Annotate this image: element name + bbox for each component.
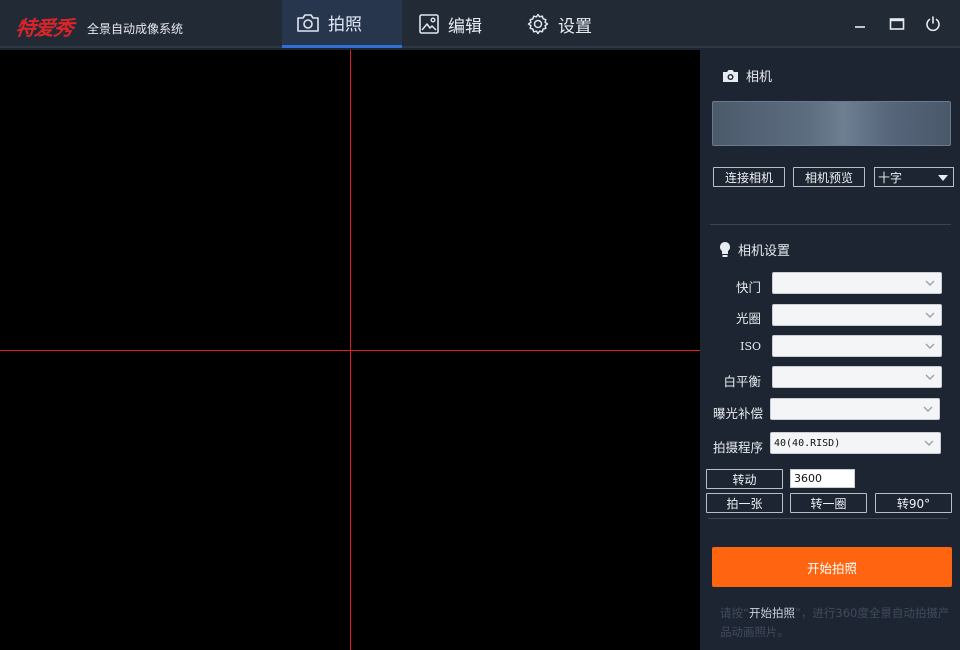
connect-camera-button[interactable]: 连接相机	[713, 167, 785, 187]
overlay-select-value: 十字	[878, 170, 903, 185]
hint-highlight: 开始拍照	[748, 606, 795, 620]
lightbulb-icon	[720, 242, 730, 257]
program-label: 拍摄程序	[712, 440, 763, 455]
hint-prefix: 请按“	[720, 606, 749, 620]
rotate-button[interactable]: 转动	[706, 469, 783, 489]
app-subtitle: 全景自动成像系统	[87, 22, 184, 36]
shutter-select[interactable]	[772, 272, 942, 294]
program-select[interactable]: 40(40.RISD)	[770, 432, 941, 454]
power-icon	[926, 16, 940, 32]
exposure-label: 曝光补偿	[712, 406, 763, 421]
tab-edit-label: 编辑	[448, 16, 482, 37]
close-button[interactable]	[923, 14, 943, 34]
iso-select[interactable]	[772, 335, 942, 357]
image-edit-icon	[419, 14, 439, 34]
white-balance-label: 白平衡	[723, 374, 761, 389]
start-capture-button[interactable]: 开始拍照	[712, 547, 952, 587]
shoot-one-button[interactable]: 拍一张	[706, 493, 783, 513]
tab-capture[interactable]: 拍照	[282, 0, 402, 48]
minimize-icon	[855, 26, 865, 28]
camera-icon	[297, 13, 319, 32]
iso-label: ISO	[740, 340, 761, 353]
exposure-select[interactable]	[770, 398, 940, 420]
aperture-select[interactable]	[772, 304, 942, 326]
tab-edit[interactable]: 编辑	[404, 0, 512, 48]
tab-capture-label: 拍照	[328, 15, 362, 35]
program-select-value: 40(40.RISD)	[774, 437, 841, 449]
minimize-button[interactable]	[850, 14, 870, 34]
camera-info-display	[712, 101, 951, 146]
hint-text: 请按“开始拍照”，进行360度全景自动拍摄产品动画照片。	[720, 604, 952, 642]
tab-settings[interactable]: 设置	[512, 0, 620, 48]
chevron-down-icon	[925, 280, 935, 286]
title-bar: 特爱秀 全景自动成像系统 拍照 编辑 设置	[0, 0, 960, 48]
turn-90-button[interactable]: 转90°	[875, 493, 952, 513]
camera-section-label: 相机	[746, 70, 773, 85]
rotate-amount-input[interactable]	[790, 469, 855, 488]
app-logo: 特爱秀	[14, 16, 75, 40]
caret-down-icon	[938, 175, 948, 181]
tab-settings-label: 设置	[558, 16, 592, 37]
shutter-label: 快门	[735, 280, 761, 295]
chevron-down-icon	[924, 440, 934, 446]
turn-circle-button[interactable]: 转一圈	[790, 493, 867, 513]
camera-small-icon	[723, 69, 738, 82]
camera-viewport[interactable]	[0, 50, 700, 650]
chevron-down-icon	[925, 374, 935, 380]
white-balance-select[interactable]	[772, 366, 942, 388]
section-divider	[710, 224, 951, 225]
maximize-icon	[889, 18, 905, 30]
settings-section-title: 相机设置	[719, 240, 790, 259]
settings-section-label: 相机设置	[738, 244, 791, 259]
camera-section-title: 相机	[722, 66, 772, 85]
gear-icon	[527, 13, 549, 35]
crosshair-horizontal	[0, 350, 700, 351]
overlay-select[interactable]: 十字	[874, 167, 954, 187]
chevron-down-icon	[925, 312, 935, 318]
camera-preview-button[interactable]: 相机预览	[793, 167, 865, 187]
chevron-down-icon	[923, 406, 933, 412]
aperture-label: 光圈	[735, 311, 761, 326]
chevron-down-icon	[925, 343, 935, 349]
maximize-button[interactable]	[887, 14, 907, 34]
section-divider	[708, 518, 948, 519]
